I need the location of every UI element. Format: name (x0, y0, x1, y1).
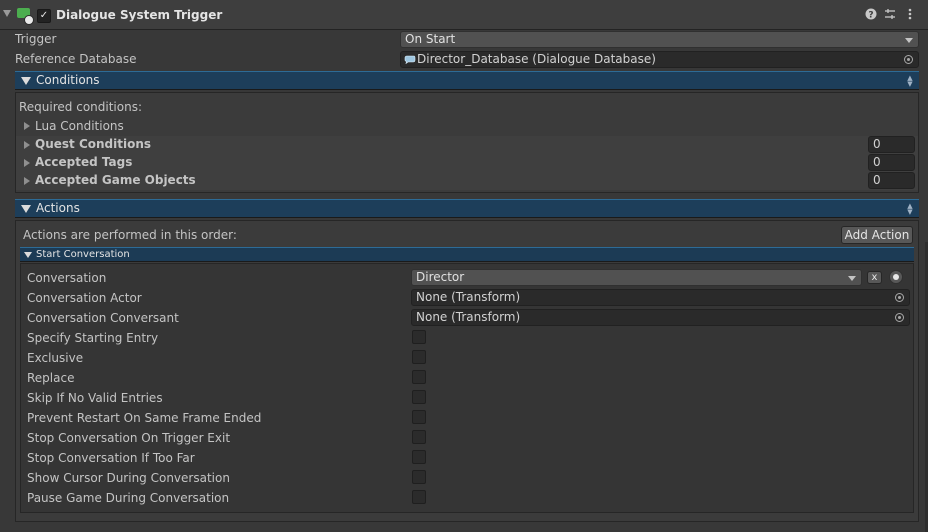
trigger-dropdown[interactable]: On Start (400, 31, 919, 48)
reorder-icon[interactable]: ▲ ▼ (906, 203, 914, 216)
object-picker-icon[interactable] (895, 313, 904, 322)
toggle-label: Prevent Restart On Same Frame Ended (27, 411, 262, 425)
start-conversation-header-label: Start Conversation (36, 249, 130, 260)
show-cursor-checkbox[interactable] (412, 470, 426, 484)
trigger-value: On Start (405, 32, 456, 46)
condition-row-game-objects[interactable]: Accepted Game Objects 0 (16, 172, 918, 190)
foldout-arrow-icon (24, 252, 32, 258)
help-icon[interactable]: ? (864, 8, 878, 22)
condition-label: Quest Conditions (35, 137, 152, 151)
trigger-label: Trigger (15, 32, 57, 46)
specify-starting-entry-checkbox[interactable] (412, 330, 426, 344)
reorder-icon[interactable]: ▲ ▼ (906, 75, 914, 88)
kebab-menu-icon[interactable] (903, 8, 917, 22)
conversation-actor-field[interactable]: None (Transform) (411, 289, 910, 306)
svg-text:?: ? (868, 10, 873, 20)
reference-database-value: Director_Database (Dialogue Database) (417, 52, 656, 66)
required-conditions-label: Required conditions: (19, 100, 142, 114)
toggle-label: Stop Conversation If Too Far (27, 451, 195, 465)
dialogue-database-icon (404, 55, 416, 64)
pause-game-checkbox[interactable] (412, 490, 426, 504)
condition-label: Lua Conditions (35, 119, 124, 133)
exclusive-checkbox[interactable] (412, 350, 426, 364)
chevron-right-icon (24, 141, 30, 149)
conditions-header-label: Conditions (36, 73, 100, 87)
toggle-label: Exclusive (27, 351, 84, 365)
toggle-label: Pause Game During Conversation (27, 491, 230, 505)
add-action-button[interactable]: Add Action (841, 226, 913, 244)
stop-on-trigger-exit-checkbox[interactable] (412, 430, 426, 444)
conversation-actor-label: Conversation Actor (27, 291, 142, 305)
presets-icon[interactable] (883, 8, 897, 22)
object-picker-icon[interactable] (904, 55, 913, 64)
skip-if-no-valid-entries-checkbox[interactable] (412, 390, 426, 404)
actions-panel: Actions are performed in this order: Add… (15, 220, 919, 522)
start-conversation-foldout[interactable]: Start Conversation (20, 247, 914, 262)
condition-label: Accepted Game Objects (35, 173, 196, 187)
condition-label: Accepted Tags (35, 155, 133, 169)
conversation-dropdown[interactable]: Director (411, 269, 862, 286)
toggle-label: Skip If No Valid Entries (27, 391, 163, 405)
reference-database-label: Reference Database (15, 52, 137, 66)
actions-foldout[interactable]: Actions ▲ ▼ (15, 199, 919, 218)
foldout-arrow-icon (21, 205, 31, 213)
reference-database-field[interactable]: Director_Database (Dialogue Database) (400, 51, 919, 68)
component-enabled-checkbox[interactable]: ✓ (37, 9, 51, 23)
conversation-picker-button[interactable] (889, 270, 903, 284)
condition-count-field[interactable]: 0 (868, 172, 915, 189)
condition-row-quest[interactable]: Quest Conditions 0 (16, 136, 918, 154)
actions-header-label: Actions (36, 201, 80, 215)
condition-count-field[interactable]: 0 (868, 136, 915, 153)
toggle-label: Stop Conversation On Trigger Exit (27, 431, 231, 445)
stop-if-too-far-checkbox[interactable] (412, 450, 426, 464)
chevron-right-icon (24, 159, 30, 167)
foldout-arrow-icon (21, 77, 31, 85)
conversation-label: Conversation (27, 271, 107, 285)
toggle-label: Show Cursor During Conversation (27, 471, 230, 485)
conversation-conversant-label: Conversation Conversant (27, 311, 179, 325)
chevron-down-icon (905, 38, 913, 43)
conversation-value: Director (416, 270, 465, 284)
prevent-restart-checkbox[interactable] (412, 410, 426, 424)
dialogue-trigger-component-icon (17, 8, 34, 25)
conditions-panel: Required conditions: Lua Conditions Ques… (15, 92, 919, 193)
component-title: Dialogue System Trigger (56, 8, 223, 22)
chevron-down-icon (848, 276, 856, 281)
actions-order-label: Actions are performed in this order: (23, 228, 237, 242)
clear-conversation-button[interactable]: x (867, 271, 882, 284)
toggle-label: Replace (27, 371, 75, 385)
conversation-conversant-field[interactable]: None (Transform) (411, 309, 910, 326)
object-picker-icon[interactable] (895, 293, 904, 302)
conversation-conversant-value: None (Transform) (416, 310, 521, 324)
condition-row-tags[interactable]: Accepted Tags 0 (16, 154, 918, 172)
toggle-label: Specify Starting Entry (27, 331, 159, 345)
foldout-arrow-icon[interactable] (3, 10, 11, 17)
condition-count-field[interactable]: 0 (868, 154, 915, 171)
chevron-right-icon (24, 177, 30, 185)
condition-row-lua[interactable]: Lua Conditions (16, 117, 918, 136)
chevron-right-icon (24, 122, 30, 130)
component-header[interactable]: ✓ Dialogue System Trigger ? (0, 0, 928, 30)
replace-checkbox[interactable] (412, 370, 426, 384)
conditions-foldout[interactable]: Conditions ▲ ▼ (15, 71, 919, 90)
start-conversation-panel: Conversation Director x Conversation Act… (20, 263, 914, 513)
conversation-actor-value: None (Transform) (416, 290, 521, 304)
